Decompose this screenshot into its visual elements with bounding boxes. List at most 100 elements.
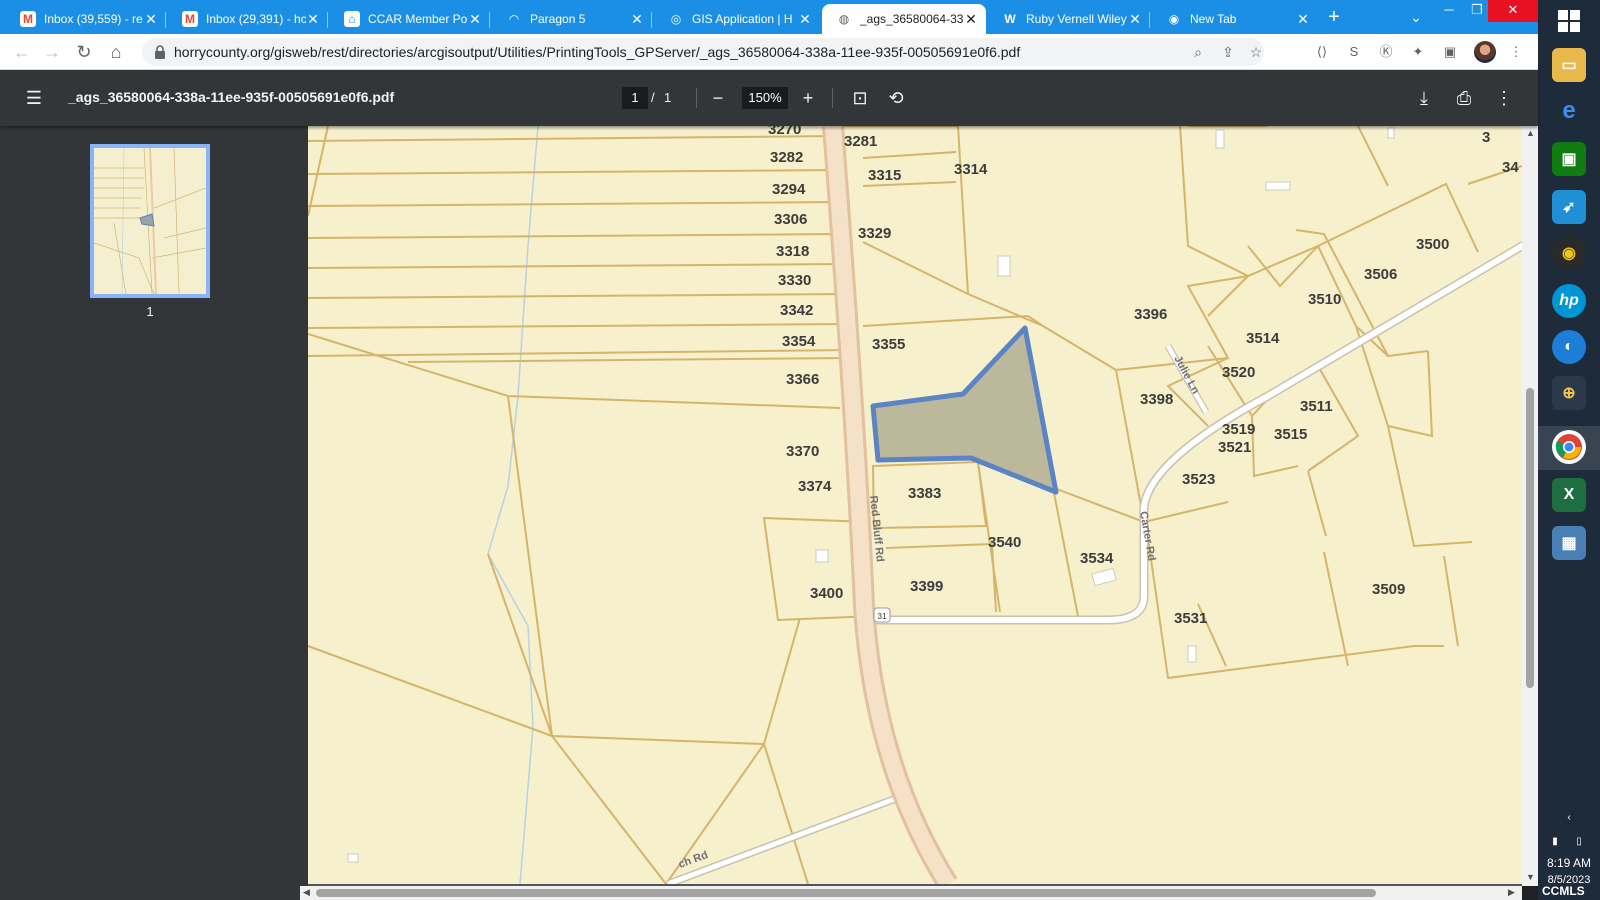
parcel-label: 3540 bbox=[988, 534, 1021, 551]
tab-search-chevron-icon[interactable]: ⌄ bbox=[1402, 4, 1430, 30]
tab-pdf-active[interactable]: ◍ _ags_36580064-33 ✕ bbox=[822, 4, 986, 34]
tab-ccar[interactable]: ⌂ CCAR Member Por ✕ bbox=[330, 4, 490, 34]
extension-code-icon[interactable]: ⟨⟩ bbox=[1312, 42, 1332, 62]
parcel-label: 3514 bbox=[1246, 330, 1280, 347]
store-icon[interactable]: ▣ bbox=[1552, 142, 1586, 176]
network-icon[interactable]: ▮ bbox=[1548, 836, 1562, 848]
close-tab-icon[interactable]: ✕ bbox=[144, 11, 158, 28]
hp-icon[interactable]: hp bbox=[1552, 284, 1586, 318]
vertical-scroll-thumb[interactable] bbox=[1526, 388, 1534, 688]
forward-arrow-icon[interactable]: → bbox=[40, 40, 64, 64]
speaker-app-icon[interactable]: ◉ bbox=[1552, 236, 1586, 270]
w-icon: W bbox=[1004, 12, 1016, 26]
tab-title: Inbox (29,391) - hc bbox=[206, 12, 306, 26]
tab-gmail-2[interactable]: M Inbox (29,391) - hc ✕ bbox=[168, 4, 328, 34]
url-text[interactable]: horrycounty.org/gisweb/rest/directories/… bbox=[174, 44, 1020, 60]
bookmark-star-icon[interactable]: ☆ bbox=[1246, 42, 1266, 62]
internet-explorer-icon[interactable]: e bbox=[1552, 94, 1586, 128]
globe-app-icon[interactable]: ⊕ bbox=[1552, 376, 1586, 410]
file-explorer-icon[interactable]: ▭ bbox=[1552, 48, 1586, 82]
extension-s-icon[interactable]: S bbox=[1344, 42, 1364, 62]
zoom-in-icon[interactable]: + bbox=[796, 86, 820, 110]
profile-avatar[interactable] bbox=[1474, 41, 1496, 63]
windows-start-icon[interactable] bbox=[1552, 4, 1586, 38]
parcel-label: 3400 bbox=[810, 585, 843, 602]
close-tab-icon[interactable]: ✕ bbox=[1128, 11, 1142, 28]
close-tab-icon[interactable]: ✕ bbox=[468, 11, 482, 28]
minimize-icon[interactable]: ─ bbox=[1434, 0, 1464, 22]
back-arrow-icon[interactable]: ← bbox=[10, 40, 34, 64]
fit-page-icon[interactable]: ⊡ bbox=[848, 86, 872, 110]
thumbnail-page-number: 1 bbox=[146, 304, 154, 319]
download-icon[interactable]: ⤓ bbox=[1412, 86, 1436, 110]
parcel-label: 3330 bbox=[778, 272, 811, 289]
parcel-label: 3500 bbox=[1416, 236, 1449, 253]
hamburger-menu-icon[interactable]: ☰ bbox=[22, 86, 46, 110]
tab-gis[interactable]: ◎ GIS Application | H ✕ bbox=[654, 4, 820, 34]
pdf-viewer[interactable]: 31 Red Bluff Rd Carter Rd Julie Ln ch Rd… bbox=[308, 126, 1530, 886]
tab-gmail-1[interactable]: M Inbox (39,559) - re ✕ bbox=[6, 4, 166, 34]
tab-new[interactable]: ◉ New Tab ✕ bbox=[1152, 4, 1318, 34]
clock-time[interactable]: 8:19 AM bbox=[1538, 856, 1600, 870]
home-icon[interactable]: ⌂ bbox=[104, 40, 128, 64]
battery-icon[interactable]: ▯ bbox=[1572, 836, 1586, 848]
parcel-label: 3531 bbox=[1174, 610, 1207, 627]
show-hidden-icons-chevron[interactable]: ‹ bbox=[1562, 812, 1576, 824]
close-tab-icon[interactable]: ✕ bbox=[1296, 11, 1310, 28]
scroll-down-arrow-icon[interactable]: ▼ bbox=[1526, 872, 1535, 882]
pdf-more-icon[interactable]: ⋮ bbox=[1492, 86, 1516, 110]
parcel-label: 3506 bbox=[1364, 266, 1397, 283]
tab-title: GIS Application | H bbox=[692, 12, 793, 26]
print-icon[interactable]: ⎙ bbox=[1452, 86, 1476, 110]
page-number-input[interactable]: 1 bbox=[622, 87, 648, 109]
globe-icon: ◍ bbox=[838, 12, 850, 26]
parcel-map: 31 Red Bluff Rd Carter Rd Julie Ln ch Rd… bbox=[308, 126, 1522, 884]
parcel-label: 3318 bbox=[776, 243, 809, 260]
parcel-label: 3329 bbox=[858, 225, 891, 242]
address-bar[interactable]: horrycounty.org/gisweb/rest/directories/… bbox=[142, 38, 1264, 66]
parcel-label: 3519 bbox=[1222, 421, 1255, 438]
tab-ruby[interactable]: W Ruby Vernell Wiley ✕ bbox=[988, 4, 1150, 34]
page-thumbnail[interactable] bbox=[90, 144, 210, 298]
ccar-icon: ⌂ bbox=[344, 11, 360, 27]
scroll-up-arrow-icon[interactable]: ▲ bbox=[1526, 128, 1535, 138]
parcel-label: 3523 bbox=[1182, 471, 1215, 488]
scroll-right-arrow-icon[interactable]: ▶ bbox=[1508, 887, 1515, 898]
zoom-level-input[interactable]: 150% bbox=[742, 87, 788, 109]
extension-k-icon[interactable]: Ⓚ bbox=[1376, 42, 1396, 62]
tab-strip: M Inbox (39,559) - re ✕ M Inbox (29,391)… bbox=[0, 0, 1538, 34]
pdf-filename: _ags_36580064-338a-11ee-935f-00505691e0f… bbox=[68, 89, 395, 105]
zoom-out-icon[interactable]: − bbox=[706, 86, 730, 110]
tab-title: New Tab bbox=[1190, 12, 1237, 26]
close-tab-icon[interactable]: ✕ bbox=[306, 11, 320, 28]
close-tab-icon[interactable]: ✕ bbox=[630, 11, 644, 28]
horizontal-scroll-thumb[interactable] bbox=[316, 889, 1376, 897]
new-tab-button[interactable]: + bbox=[1320, 4, 1348, 30]
route-shield-label: 31 bbox=[878, 612, 887, 621]
reload-icon[interactable]: ↻ bbox=[72, 40, 96, 64]
vertical-scrollbar[interactable]: ▲ ▼ bbox=[1522, 126, 1538, 886]
close-tab-icon[interactable]: ✕ bbox=[964, 11, 978, 28]
close-tab-icon[interactable]: ✕ bbox=[798, 11, 812, 28]
share-icon[interactable]: ⇪ bbox=[1218, 42, 1238, 62]
side-panel-icon[interactable]: ▣ bbox=[1440, 42, 1460, 62]
rotate-icon[interactable]: ⟲ bbox=[884, 86, 908, 110]
photos-app-icon[interactable]: ▦ bbox=[1552, 526, 1586, 560]
parcel-label: 3314 bbox=[954, 161, 988, 178]
horizontal-scrollbar[interactable]: ◀ ▶ bbox=[300, 886, 1522, 900]
scroll-left-arrow-icon[interactable]: ◀ bbox=[303, 887, 310, 898]
zoom-magnifier-icon[interactable]: ⌕ bbox=[1188, 42, 1208, 62]
chrome-taskbar-icon[interactable] bbox=[1552, 430, 1586, 464]
rocket-app-icon[interactable]: ➶ bbox=[1552, 190, 1586, 224]
excel-icon[interactable]: X bbox=[1552, 478, 1586, 512]
thumbnail-sidebar: 1 bbox=[0, 126, 308, 900]
gmail-icon: M bbox=[20, 11, 36, 27]
edge-icon[interactable]: ◐ bbox=[1552, 330, 1586, 364]
close-window-icon[interactable]: ✕ bbox=[1488, 0, 1538, 22]
more-menu-icon[interactable]: ⋮ bbox=[1506, 42, 1526, 62]
extensions-puzzle-icon[interactable]: ✦ bbox=[1408, 42, 1428, 62]
parcel-label: 3398 bbox=[1140, 391, 1173, 408]
parcel-label: 3521 bbox=[1218, 439, 1251, 456]
parcel-label: 3294 bbox=[772, 181, 806, 198]
tab-paragon[interactable]: ◠ Paragon 5 ✕ bbox=[492, 4, 652, 34]
